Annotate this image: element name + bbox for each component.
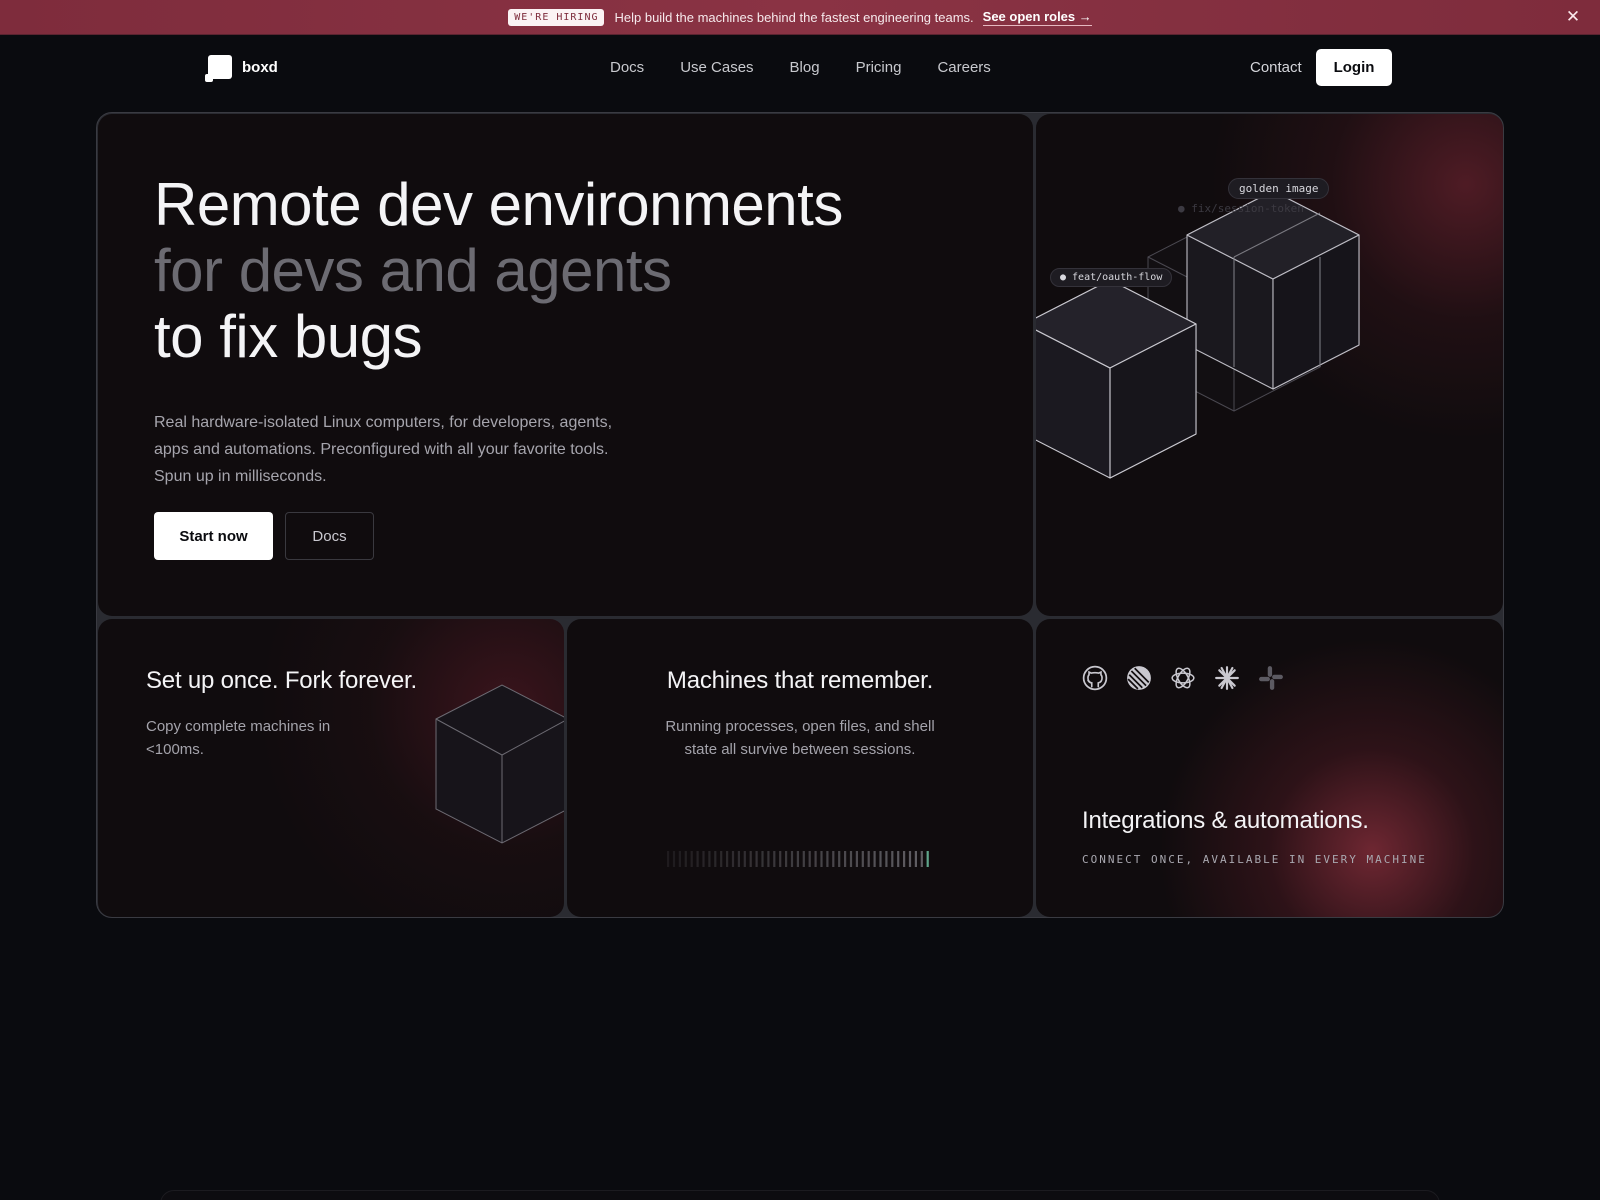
hero-line-2: for devs and agents [154, 237, 672, 304]
memory-card-title: Machines that remember. [666, 667, 934, 694]
logo-mark-icon [205, 55, 232, 82]
fork-cube-illustration [435, 684, 564, 844]
hero-description: Real hardware-isolated Linux computers, … [154, 414, 613, 485]
hiring-banner: WE'RE HIRING Help build the machines beh… [0, 0, 1600, 35]
session-bar [867, 851, 870, 867]
session-bar-active [926, 851, 929, 867]
session-bar [749, 851, 752, 867]
session-bar [873, 851, 876, 867]
session-bar [779, 851, 782, 867]
logo-text: boxd [242, 58, 278, 76]
open-roles-link[interactable]: See open roles → [982, 9, 1092, 26]
fork-card-description: Copy complete machines in <100ms. [146, 718, 331, 758]
session-bar [820, 851, 823, 867]
session-bar [891, 851, 894, 867]
session-bar [726, 851, 729, 867]
nav-link-pricing[interactable]: Pricing [856, 59, 902, 76]
session-bar [879, 851, 882, 867]
slack-icon [1259, 666, 1283, 690]
session-bar [814, 851, 817, 867]
session-bar [678, 851, 681, 867]
hero-card: Remote dev environments for devs and age… [98, 114, 1033, 616]
golden-image-tag: golden image [1228, 178, 1330, 199]
session-bar [897, 851, 900, 867]
session-bar [785, 851, 788, 867]
session-bar [708, 851, 711, 867]
integrations-card-title: Integrations & automations. [1082, 807, 1369, 834]
nav-link-docs[interactable]: Docs [610, 59, 644, 76]
session-bar [696, 851, 699, 867]
session-bar [808, 851, 811, 867]
session-bar [885, 851, 888, 867]
hero-headline: Remote dev environments for devs and age… [154, 172, 843, 370]
top-nav: boxd Docs Use Cases Blog Pricing Careers… [0, 35, 1600, 111]
feature-grid: Remote dev environments for devs and age… [96, 112, 1504, 918]
session-bar [802, 851, 805, 867]
session-bar [743, 851, 746, 867]
integrations-caption: CONNECT ONCE, AVAILABLE IN EVERY MACHINE [1082, 853, 1427, 866]
hero-line-1: Remote dev environments [154, 171, 843, 238]
session-progress-bars [667, 851, 929, 867]
github-icon [1082, 665, 1108, 691]
nav-link-use-cases[interactable]: Use Cases [680, 59, 753, 76]
session-bar [720, 851, 723, 867]
machines-illustration-card: golden image ● fix/session-token ● feat/… [1036, 114, 1503, 616]
session-bar [737, 851, 740, 867]
login-button[interactable]: Login [1316, 49, 1392, 86]
session-bar [826, 851, 829, 867]
session-bar [908, 851, 912, 867]
fork-card: Set up once. Fork forever. Copy complete… [98, 619, 564, 917]
docs-button[interactable]: Docs [285, 512, 374, 560]
branch-tag-faint: ● fix/session-token [1178, 202, 1304, 215]
session-bar [914, 851, 917, 867]
next-section-edge [160, 1190, 1440, 1200]
contact-link[interactable]: Contact [1250, 59, 1302, 76]
session-bar [796, 851, 799, 867]
session-bar [767, 851, 770, 867]
hiring-badge: WE'RE HIRING [508, 8, 605, 26]
session-bar [920, 851, 923, 867]
session-bar [849, 851, 853, 867]
session-bar [773, 851, 776, 867]
session-bar [790, 851, 794, 867]
linear-icon [1127, 666, 1151, 690]
session-bar [903, 851, 906, 867]
session-bar [667, 851, 670, 867]
start-now-button[interactable]: Start now [154, 512, 273, 560]
fork-card-title: Set up once. Fork forever. [146, 667, 417, 694]
session-bar [714, 851, 717, 867]
banner-message: Help build the machines behind the faste… [614, 9, 974, 25]
session-bar [684, 851, 687, 867]
session-bar [731, 851, 735, 867]
hero-line-3: to fix bugs [154, 303, 422, 370]
session-bar [861, 851, 864, 867]
openai-icon [1171, 667, 1195, 689]
session-bar [832, 851, 835, 867]
session-bar [855, 851, 858, 867]
integrations-card: Integrations & automations. CONNECT ONCE… [1036, 619, 1503, 917]
session-bar [844, 851, 847, 867]
session-bar [755, 851, 758, 867]
session-bar [702, 851, 705, 867]
memory-card: Machines that remember. Running processe… [567, 619, 1033, 917]
close-icon[interactable]: ✕ [1564, 8, 1582, 26]
session-bar [838, 851, 841, 867]
branch-tag-oauth: ● feat/oauth-flow [1050, 268, 1173, 287]
session-bar [690, 851, 693, 867]
nav-link-careers[interactable]: Careers [937, 59, 990, 76]
session-bar [761, 851, 764, 867]
logo[interactable]: boxd [205, 55, 278, 82]
claude-icon [1215, 666, 1239, 690]
nav-links: Docs Use Cases Blog Pricing Careers [610, 59, 1027, 76]
session-bar [672, 851, 676, 867]
integration-icons [1082, 665, 1302, 691]
memory-card-description: Running processes, open files, and shell… [665, 718, 935, 758]
nav-link-blog[interactable]: Blog [790, 59, 820, 76]
